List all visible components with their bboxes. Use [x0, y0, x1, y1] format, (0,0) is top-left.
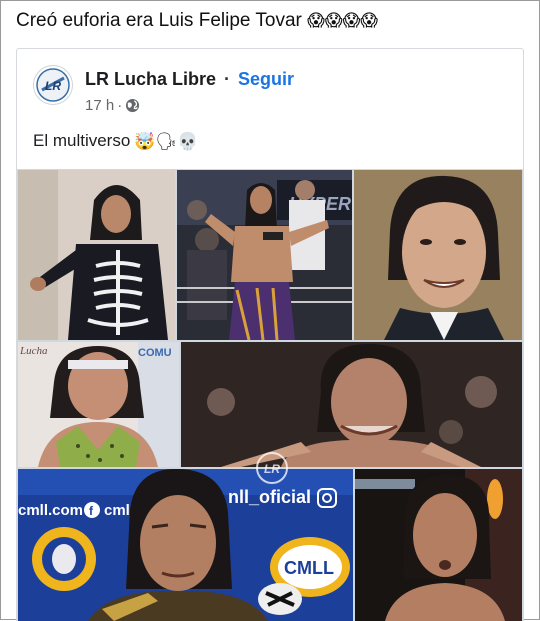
lr-watermark-icon: LR	[256, 452, 288, 484]
photo-actor-portrait[interactable]	[354, 170, 522, 340]
follow-button[interactable]: Seguir	[238, 69, 294, 89]
share-caption: Creó euforia era Luis Felipe Tovar 😱😱😱😱	[16, 10, 378, 32]
photo-skeleton-wrestler[interactable]	[18, 170, 175, 340]
photo-wrestler-headband[interactable]: COMU Lucha	[18, 342, 179, 467]
photo-giant-wrestler[interactable]	[181, 342, 522, 467]
svg-text:LR: LR	[45, 79, 61, 93]
caption-text: Creó euforia era Luis Felipe Tovar	[16, 10, 302, 31]
post-time[interactable]: 17 h	[85, 97, 114, 114]
meta-separator: ·	[117, 97, 123, 114]
photo-wrestler-closeup[interactable]	[355, 469, 522, 621]
post-text: El multiverso	[33, 131, 131, 150]
post-meta: 17 h ·	[85, 97, 140, 114]
post-body: El multiverso 🤯🗣💀	[33, 131, 198, 151]
svg-text:cmll.com: cmll.com	[18, 502, 83, 519]
lr-logo-icon: LR	[36, 68, 70, 102]
page-name-link[interactable]: LR Lucha Libre	[85, 69, 216, 89]
page-avatar[interactable]: LR	[33, 65, 73, 105]
svg-text:LR: LR	[264, 462, 280, 476]
caption-emojis: 😱😱😱😱	[307, 11, 379, 30]
photo-ring-wrestler[interactable]: HYPER	[177, 170, 352, 340]
svg-text:nll_oficial: nll_oficial	[228, 487, 311, 507]
photo-collage[interactable]: HYPER	[17, 169, 523, 621]
svg-text:CMLL: CMLL	[284, 558, 334, 578]
photo-cmll-wrestler[interactable]: cmll.com f cmll_ nll_oficial CMLL	[18, 469, 353, 621]
header-separator: ·	[224, 69, 231, 89]
svg-text:Lucha: Lucha	[19, 345, 48, 357]
shared-post-card[interactable]: LR LR Lucha Libre · Seguir 17 h · El multi…	[16, 48, 524, 621]
svg-text:COMU: COMU	[138, 347, 172, 359]
post-header: LR Lucha Libre · Seguir	[85, 69, 294, 90]
post-emojis: 🤯🗣💀	[134, 131, 199, 151]
globe-icon	[126, 98, 140, 113]
